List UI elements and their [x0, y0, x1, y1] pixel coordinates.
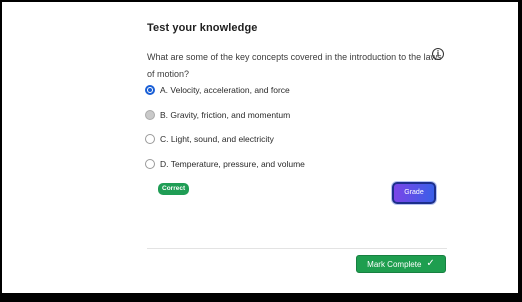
option-a[interactable]: A. Velocity, acceleration, and force [145, 83, 290, 97]
option-label: C. Light, sound, and electricity [160, 134, 274, 144]
page-frame: Test your knowledge What are some of the… [0, 0, 522, 302]
mark-complete-button[interactable]: Mark Complete ✓ [356, 255, 446, 273]
option-c[interactable]: C. Light, sound, and electricity [145, 132, 274, 146]
option-label: D. Temperature, pressure, and volume [160, 159, 305, 169]
quiz-title: Test your knowledge [147, 22, 258, 34]
radio-icon[interactable] [145, 110, 155, 120]
info-icon[interactable]: i [432, 48, 444, 60]
grade-button[interactable]: Grade [392, 182, 436, 204]
question-text: What are some of the key concepts covere… [147, 52, 442, 79]
checkmark-icon: ✓ [426, 258, 435, 269]
option-b[interactable]: B. Gravity, friction, and momentum [145, 108, 290, 122]
option-label: B. Gravity, friction, and momentum [160, 110, 291, 120]
radio-icon[interactable] [145, 159, 155, 169]
divider [147, 248, 447, 249]
option-d[interactable]: D. Temperature, pressure, and volume [145, 157, 305, 171]
radio-selected-icon[interactable] [145, 85, 155, 95]
correct-badge: Correct [158, 183, 190, 195]
option-label: A. Velocity, acceleration, and force [160, 85, 290, 95]
radio-icon[interactable] [145, 134, 155, 144]
mark-complete-label: Mark Complete [367, 259, 422, 269]
